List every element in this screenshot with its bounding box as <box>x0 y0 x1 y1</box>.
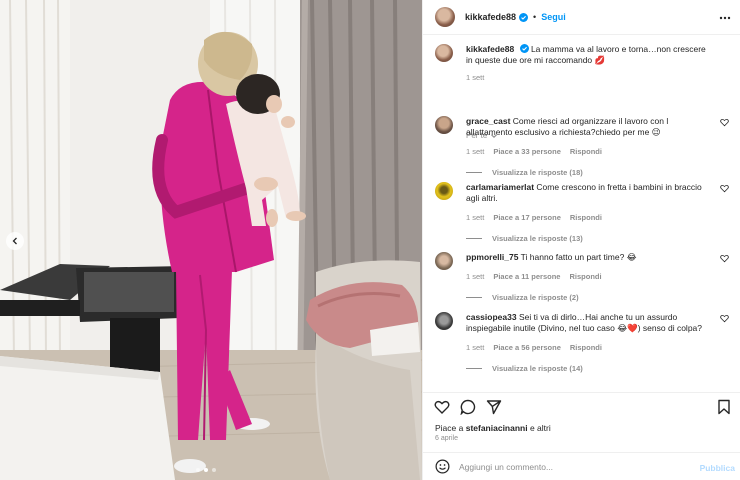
author-avatar[interactable] <box>435 7 455 27</box>
comment-text: Ti hanno fatto un part time? <box>520 252 625 262</box>
view-replies-label: Visualizza le risposte (18) <box>492 168 583 177</box>
emoji-smiley-icon[interactable] <box>435 459 450 474</box>
view-replies-label: Visualizza le risposte (13) <box>492 234 583 243</box>
reply-button[interactable]: Rispondi <box>569 271 601 282</box>
carousel-dots <box>196 468 216 472</box>
comment-emoji: 😉 <box>651 127 661 137</box>
comment-avatar[interactable] <box>435 252 453 270</box>
view-replies-button[interactable]: Visualizza le risposte (13) <box>466 233 706 244</box>
heart-icon[interactable] <box>720 184 729 193</box>
author-username[interactable]: kikkafede88 <box>465 12 516 22</box>
comment-time: 1 sett <box>466 272 485 281</box>
post-header: kikkafede88 • Segui <box>423 0 740 35</box>
heart-icon[interactable] <box>720 314 729 323</box>
comment-likes-link[interactable]: Piace a 56 persone <box>493 342 561 353</box>
post-photo[interactable] <box>0 0 422 480</box>
replies-line <box>466 368 482 369</box>
replies-line <box>466 172 482 173</box>
caption-username[interactable]: kikkafede88 <box>466 44 514 54</box>
comment-likes-link[interactable]: Piace a 11 persone <box>493 271 560 282</box>
comment-emoji: 😂 <box>626 252 637 262</box>
likes-user[interactable]: stefaniacinanni <box>466 423 528 433</box>
heart-icon[interactable] <box>720 118 729 127</box>
reply-button[interactable]: Rispondi <box>570 146 602 157</box>
comment-time: 1 sett <box>466 147 485 156</box>
replies-line <box>466 238 482 239</box>
comment-avatar[interactable] <box>435 116 453 134</box>
more-options-icon[interactable] <box>719 12 731 24</box>
carousel-dot-active <box>204 468 208 472</box>
carousel-dot <box>212 468 216 472</box>
share-paper-plane-icon[interactable] <box>486 399 502 415</box>
post-side-panel: kikkafede88 • Segui kikkafede88 La mamma… <box>422 0 740 480</box>
comment-composer: Pubblica <box>423 452 740 480</box>
comment-text-after: ) senso di colpa? <box>637 323 702 333</box>
reply-button[interactable]: Rispondi <box>570 342 602 353</box>
comment-username[interactable]: cassiopea33 <box>466 312 517 322</box>
caption-avatar[interactable] <box>435 44 453 62</box>
comment-input[interactable] <box>459 459 689 475</box>
chevron-left-icon <box>12 237 17 245</box>
comments-list[interactable]: kikkafede88 La mamma va al lavoro e torn… <box>423 36 740 390</box>
like-heart-icon[interactable] <box>434 399 450 415</box>
post-date: 6 aprile <box>435 435 458 442</box>
comment-username[interactable]: carlamariamerlat <box>466 182 534 192</box>
comment-likes-link[interactable]: Piace a 33 persone <box>493 146 561 157</box>
comment-emoji: 😂❤️ <box>617 323 638 333</box>
comment-avatar[interactable] <box>435 312 453 330</box>
comment-time: 1 sett <box>466 343 485 352</box>
view-replies-label: Visualizza le risposte (2) <box>492 293 579 302</box>
likes-suffix: e altri <box>527 423 551 433</box>
caption-time: 1 sett <box>466 73 485 82</box>
heart-icon[interactable] <box>720 254 729 263</box>
caption-emoji: 💋 <box>594 55 606 65</box>
likes-prefix: Piace a <box>435 423 466 433</box>
publish-button[interactable]: Pubblica <box>700 463 735 473</box>
header-separator: • <box>533 12 537 22</box>
post-image <box>0 0 422 480</box>
verified-badge-icon <box>519 12 529 22</box>
view-replies-button[interactable]: Visualizza le risposte (14) <box>466 363 706 374</box>
comment-bubble-icon[interactable] <box>460 399 476 415</box>
reply-button[interactable]: Rispondi <box>570 212 602 223</box>
carousel-dot <box>196 468 200 472</box>
comment-likes-link[interactable]: Piace a 17 persone <box>493 212 561 223</box>
verified-badge-icon <box>519 44 529 53</box>
view-replies-button[interactable]: Visualizza le risposte (18) <box>466 167 706 178</box>
post-actions: Piace a stefaniacinanni e altri 6 aprile <box>423 392 740 452</box>
view-replies-label: Visualizza le risposte (14) <box>492 364 583 373</box>
comment-username[interactable]: grace_cast <box>466 116 510 126</box>
replies-line <box>466 297 482 298</box>
likes-summary[interactable]: Piace a stefaniacinanni e altri <box>435 423 551 433</box>
comment-avatar[interactable] <box>435 182 453 200</box>
bookmark-icon[interactable] <box>717 399 731 415</box>
carousel-prev-button[interactable] <box>6 232 24 250</box>
comment-time: 1 sett <box>466 213 485 222</box>
comment-username[interactable]: ppmorelli_75 <box>466 252 518 262</box>
follow-button[interactable]: Segui <box>541 12 566 22</box>
view-replies-button[interactable]: Visualizza le risposte (2) <box>466 292 706 303</box>
